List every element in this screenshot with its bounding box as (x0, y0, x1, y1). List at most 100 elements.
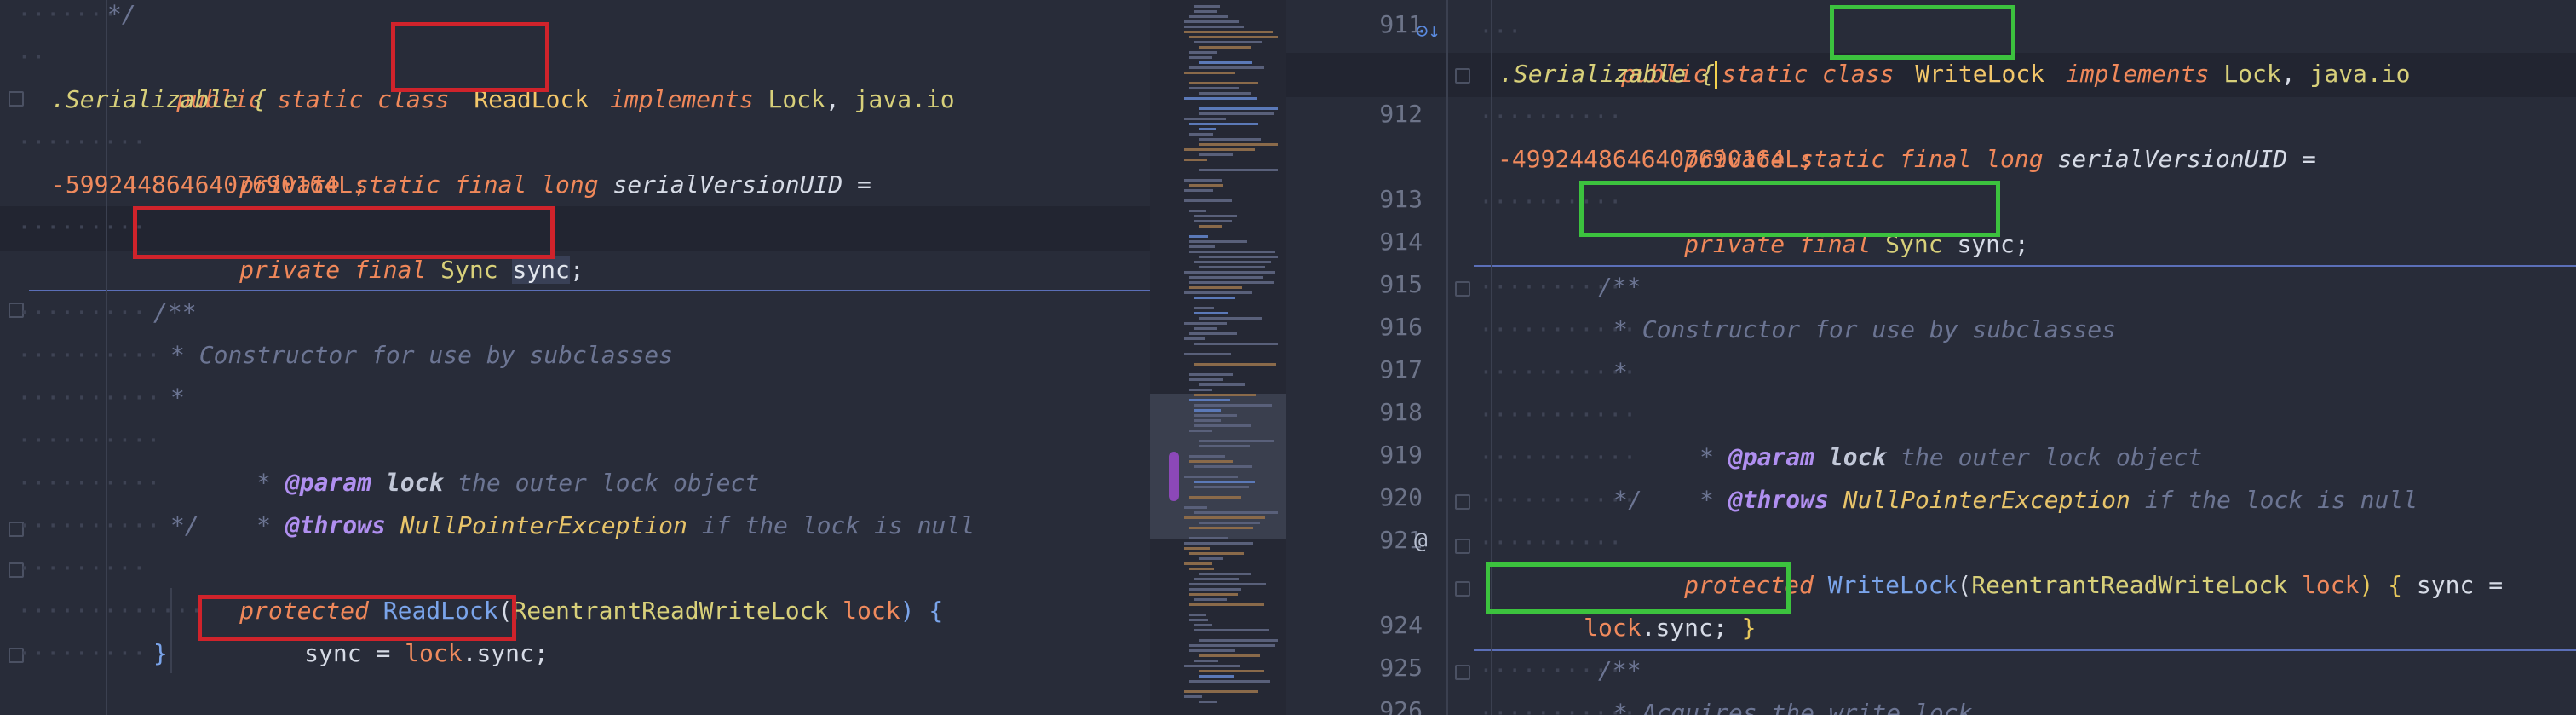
minimap-line (1199, 112, 1274, 115)
minimap-line (1199, 61, 1252, 64)
minimap-line (1194, 660, 1218, 662)
minimap-line (1184, 665, 1240, 667)
code-line-ctor: ········· protected ReadLock(ReentrantRe… (17, 554, 944, 625)
minimap-line (1189, 240, 1247, 243)
doc-comment: * Constructor for use by subclasses (170, 341, 674, 369)
minimap-line (1194, 394, 1256, 396)
minimap-line (1194, 261, 1271, 263)
minimap-line (1194, 41, 1262, 43)
minimap-line (1194, 578, 1239, 580)
code-line: ··········· * @param lock the outer lock… (1479, 401, 2203, 471)
minimap-line (1199, 225, 1222, 228)
minimap-line (1184, 695, 1202, 698)
code-line-ctor-cont: lock.sync; } (1286, 564, 2576, 642)
keyword: private final (239, 256, 441, 284)
code-line: .Serializable { (0, 78, 1150, 121)
minimap-line (1189, 496, 1241, 499)
code-line-ctor: ·········· protected WriteLock(Reentrant… (1479, 528, 2504, 599)
minimap-line (1189, 281, 1274, 284)
minimap-line (1199, 143, 1278, 146)
minimap-line (1189, 680, 1270, 683)
minimap-line (1189, 15, 1228, 18)
annotation-box-red (198, 595, 516, 641)
minimap-line (1194, 215, 1237, 217)
text-caret (1714, 61, 1717, 89)
minimap-line (1189, 588, 1241, 591)
minimap-line (1194, 414, 1237, 417)
minimap-line (1189, 123, 1258, 125)
annotation-box-red (133, 206, 555, 259)
minimap-line (1184, 20, 1239, 23)
minimap-line (1184, 516, 1265, 519)
minimap-line (1184, 337, 1205, 340)
doc-comment: /** (153, 298, 197, 326)
minimap-line (1189, 583, 1266, 585)
minimap-line (1184, 148, 1255, 151)
left-editor-pane[interactable]: ······· */ ·· public static class ReadLo… (0, 0, 1150, 715)
minimap-line (1194, 511, 1278, 514)
minimap-line (1199, 138, 1261, 141)
field-name-selected: sync (512, 256, 570, 284)
minimap-line (1184, 97, 1257, 100)
minimap-line (1189, 210, 1206, 212)
minimap-line (1189, 619, 1208, 621)
minimap-line (1199, 153, 1233, 156)
code-line-ctor-body: ············· sync = lock.sync; (17, 597, 549, 667)
minimap-line (1189, 245, 1215, 248)
doc-comment: * (1613, 358, 1628, 386)
code-line: ·········· * (0, 377, 1150, 419)
code-line: ··········· * Constructor for use by sub… (1286, 308, 2576, 351)
code-line: ··········· * Acquires the write lock. (1286, 692, 2576, 715)
minimap-line (1199, 445, 1250, 447)
minimap-line (1194, 424, 1251, 427)
minimap-line (1189, 552, 1244, 555)
minimap-line (1199, 654, 1260, 657)
minimap-line (1189, 460, 1233, 463)
param-ref: lock (1584, 614, 1642, 642)
code-line: ········· /** (0, 291, 1150, 334)
minimap-line (1199, 46, 1251, 49)
code-line: -5992448646407690164L; (0, 164, 1150, 206)
minimap-line (1194, 629, 1269, 631)
minimap-line (1184, 690, 1258, 693)
scrollbar-thumb[interactable] (1169, 452, 1179, 501)
annotation-box-red (391, 22, 549, 92)
close-brace: } (1741, 614, 1757, 642)
minimap-line (1184, 476, 1238, 478)
minimap-line (1184, 562, 1212, 565)
code-line: ··········· * (1286, 351, 2576, 394)
minimap-line (1199, 701, 1217, 703)
code-line: ·········· */ (0, 505, 1150, 547)
minimap-line (1199, 317, 1262, 320)
minimap-line (1189, 593, 1238, 596)
minimap-line (1194, 363, 1276, 366)
punct: ; (569, 256, 584, 284)
code-line: ········· private static final long seri… (17, 128, 871, 199)
minimap-line (1189, 332, 1237, 335)
annotation-box-green (1579, 181, 2000, 237)
code-line: ·········· private static final long ser… (1479, 102, 2316, 173)
minimap-line (1199, 92, 1251, 95)
minimap-line (1189, 87, 1239, 89)
punct: ; (2014, 230, 2029, 258)
minimap-line (1184, 353, 1231, 355)
annotation-box-green (1486, 562, 1791, 614)
doc-comment: /** (1598, 656, 1642, 684)
minimap-line (1189, 51, 1217, 54)
minimap-line (1189, 430, 1212, 432)
minimap-line (1199, 107, 1278, 110)
minimap-line (1189, 251, 1275, 253)
comment-end: */ (107, 0, 136, 28)
minimap-line (1194, 10, 1217, 13)
code-line: ·········· * Constructor for use by subc… (0, 334, 1150, 377)
minimap-line (1199, 266, 1265, 268)
minimap-line (1189, 389, 1212, 391)
minimap-line (1194, 312, 1228, 314)
minimap-line (1199, 675, 1234, 678)
minimap[interactable] (1150, 0, 1286, 715)
right-editor-pane[interactable]: 911 912 913 914 915 916 917 918 919 920 … (1286, 0, 2576, 715)
code-line: ·········· * @param lock the outer lock … (17, 426, 760, 497)
doc-comment: /** (1598, 273, 1642, 301)
minimap-line (1189, 614, 1206, 616)
minimap-line (1199, 639, 1278, 642)
